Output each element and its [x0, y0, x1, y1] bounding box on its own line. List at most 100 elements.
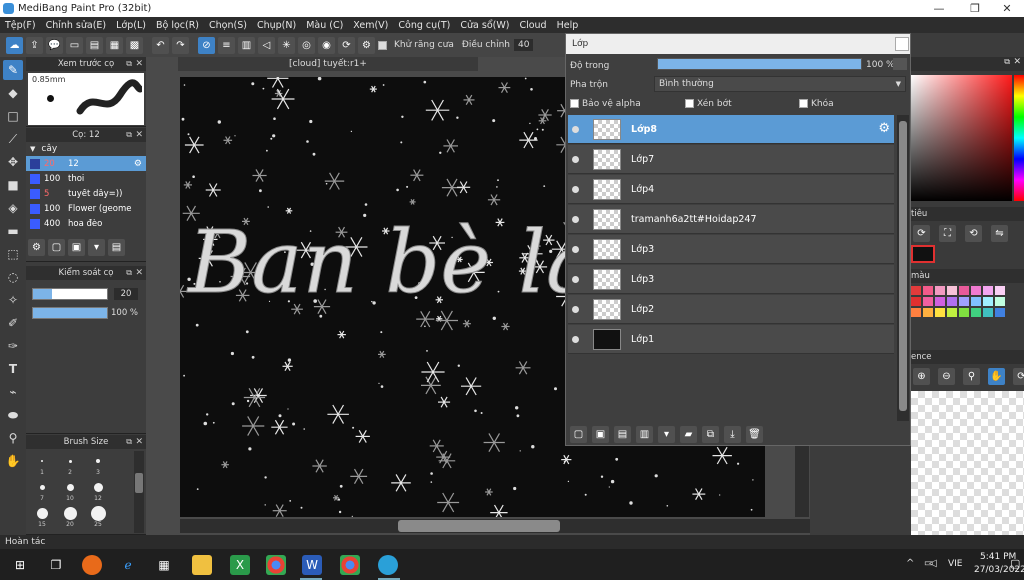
notification-icon[interactable]: ▢ — [1010, 557, 1020, 570]
layer-scroll-thumb[interactable] — [899, 121, 907, 411]
layer-settings-icon[interactable]: ⚙ — [878, 121, 890, 136]
settings-icon[interactable]: ⚙ — [358, 36, 375, 54]
palette-swatch[interactable] — [923, 297, 933, 306]
horizontal-scroll-thumb[interactable] — [398, 520, 560, 532]
new-8bit-layer-icon[interactable]: ▣ — [592, 426, 609, 443]
protect-alpha-checkbox[interactable] — [570, 99, 579, 108]
palette-swatch[interactable] — [983, 297, 993, 306]
new-1bit-layer-icon[interactable]: ▤ — [614, 426, 631, 443]
panel-close-icon[interactable]: ✕ — [135, 268, 143, 278]
tray-chevron-icon[interactable]: ^ — [906, 558, 914, 569]
menu-layer[interactable]: Lớp(L) — [111, 20, 151, 31]
protect-alpha-toggle[interactable]: Bảo vệ alpha — [570, 99, 680, 109]
fill-shape-tool-icon[interactable]: ■ — [3, 175, 23, 195]
cloud-icon[interactable]: ☁ — [6, 36, 23, 54]
palette-swatch[interactable] — [911, 308, 921, 317]
gear-icon[interactable]: ⚙ — [134, 159, 142, 169]
panel-icon[interactable]: ▦ — [106, 36, 123, 54]
layer-panel-close[interactable] — [895, 37, 909, 51]
lock-checkbox[interactable] — [799, 99, 808, 108]
layer-opacity-slider[interactable] — [657, 58, 862, 70]
text-tool-icon[interactable]: T — [3, 359, 23, 379]
popout-icon[interactable]: ⧉ — [126, 437, 132, 447]
circle-snap-icon[interactable]: ◎ — [298, 36, 315, 54]
popout-icon[interactable]: ⧉ — [1004, 57, 1010, 67]
palette-swatch[interactable] — [923, 308, 933, 317]
palette-swatch[interactable] — [971, 286, 981, 295]
menu-select[interactable]: Chọn(S) — [204, 20, 252, 31]
volume-icon[interactable]: ◁ — [929, 558, 937, 569]
task-view-icon[interactable]: ❐ — [46, 555, 66, 575]
blur-tool-icon[interactable]: ⬬ — [3, 405, 23, 425]
menu-cloud[interactable]: Cloud — [514, 20, 551, 31]
palette-swatch[interactable] — [935, 286, 945, 295]
minimize-button[interactable]: — — [922, 0, 956, 17]
rectangle-tool-icon[interactable]: □ — [3, 106, 23, 126]
layer-row[interactable]: tramanh6a2tt#Hoidap247 — [568, 205, 894, 234]
curve-snap-icon[interactable]: ◉ — [318, 36, 335, 54]
hue-slider[interactable] — [1014, 75, 1024, 201]
menu-help[interactable]: Help — [552, 20, 584, 31]
brush-tool-icon[interactable]: ✎ — [3, 60, 23, 80]
hand-icon[interactable]: ✋ — [988, 368, 1005, 385]
share-icon[interactable]: ⇪ — [26, 36, 43, 54]
menu-file[interactable]: Tệp(F) — [0, 20, 41, 31]
layer-add-menu-icon[interactable]: ▾ — [658, 426, 675, 443]
palette-swatch[interactable] — [959, 308, 969, 317]
palette-swatch[interactable] — [911, 297, 921, 306]
close-button[interactable]: ✕ — [990, 0, 1024, 17]
layer-row[interactable]: Lớp3 — [568, 265, 894, 294]
refresh-icon[interactable]: ⟳ — [338, 36, 355, 54]
parallel-snap-icon[interactable]: ≡ — [218, 36, 235, 54]
palette-swatch[interactable] — [983, 308, 993, 317]
layer-list-scrollbar[interactable] — [897, 115, 909, 421]
layer-row[interactable]: Lớp3 — [568, 235, 894, 264]
menu-view[interactable]: Xem(V) — [348, 20, 393, 31]
reset-icon[interactable]: ⟳ — [1013, 368, 1024, 385]
palette-swatch[interactable] — [947, 286, 957, 295]
halftone-layer-icon[interactable]: ▥ — [636, 426, 653, 443]
chat-icon[interactable]: ▭ — [66, 36, 83, 54]
opacity-slider[interactable] — [32, 307, 108, 319]
brush-size-preset[interactable] — [63, 506, 77, 520]
brush-size-preset[interactable] — [68, 459, 72, 463]
refresh-icon[interactable]: ⟳ — [913, 225, 930, 242]
visibility-icon[interactable] — [572, 276, 579, 283]
size-slider[interactable] — [32, 288, 108, 300]
visibility-icon[interactable] — [572, 246, 579, 253]
palette-swatch[interactable] — [995, 286, 1005, 295]
menu-filter[interactable]: Bộ lọc(R) — [151, 20, 204, 31]
edge-icon[interactable]: ℯ — [118, 555, 138, 575]
brush-size-preset[interactable] — [90, 505, 106, 521]
duplicate-layer-icon[interactable]: ⧉ — [702, 426, 719, 443]
store-icon[interactable]: ▦ — [154, 555, 174, 575]
clipping-toggle[interactable]: Xén bớt — [685, 99, 795, 109]
visibility-icon[interactable] — [572, 156, 579, 163]
file-explorer-icon[interactable] — [192, 555, 212, 575]
folder-icon[interactable]: ▰ — [680, 426, 697, 443]
line-tool-icon[interactable]: ⟋ — [3, 129, 23, 149]
brush-size-preset[interactable] — [41, 460, 43, 462]
document-tab[interactable]: [cloud] tuyết:r1+ — [178, 57, 478, 71]
excel-icon[interactable]: X — [230, 555, 250, 575]
language-indicator[interactable]: VIE — [948, 559, 963, 569]
menu-window[interactable]: Cửa sổ(W) — [455, 20, 514, 31]
lasso-tool-icon[interactable]: ◌ — [3, 267, 23, 287]
gradient-tool-icon[interactable]: ▬ — [3, 221, 23, 241]
chrome-icon[interactable] — [266, 555, 286, 575]
word-icon[interactable]: W — [302, 555, 322, 575]
vanish-snap-icon[interactable]: ◁ — [258, 36, 275, 54]
panel-close-icon[interactable]: ✕ — [135, 130, 143, 140]
delete-brush-icon[interactable]: ▤ — [108, 239, 125, 256]
lock-toggle[interactable]: Khóa — [799, 99, 909, 109]
brush-size-preset[interactable] — [36, 507, 48, 519]
palette-swatch[interactable] — [995, 297, 1005, 306]
opacity-stepper[interactable] — [893, 58, 907, 70]
popout-icon[interactable]: ⧉ — [126, 59, 132, 69]
no-snap-icon[interactable]: ⊘ — [198, 36, 215, 54]
maximize-button[interactable]: ❐ — [958, 0, 992, 17]
blend-mode-select[interactable]: Bình thường ▼ — [654, 76, 906, 92]
page-icon[interactable]: ▤ — [86, 36, 103, 54]
palette-swatch[interactable] — [959, 286, 969, 295]
eyedropper-icon[interactable]: ⚲ — [963, 368, 980, 385]
